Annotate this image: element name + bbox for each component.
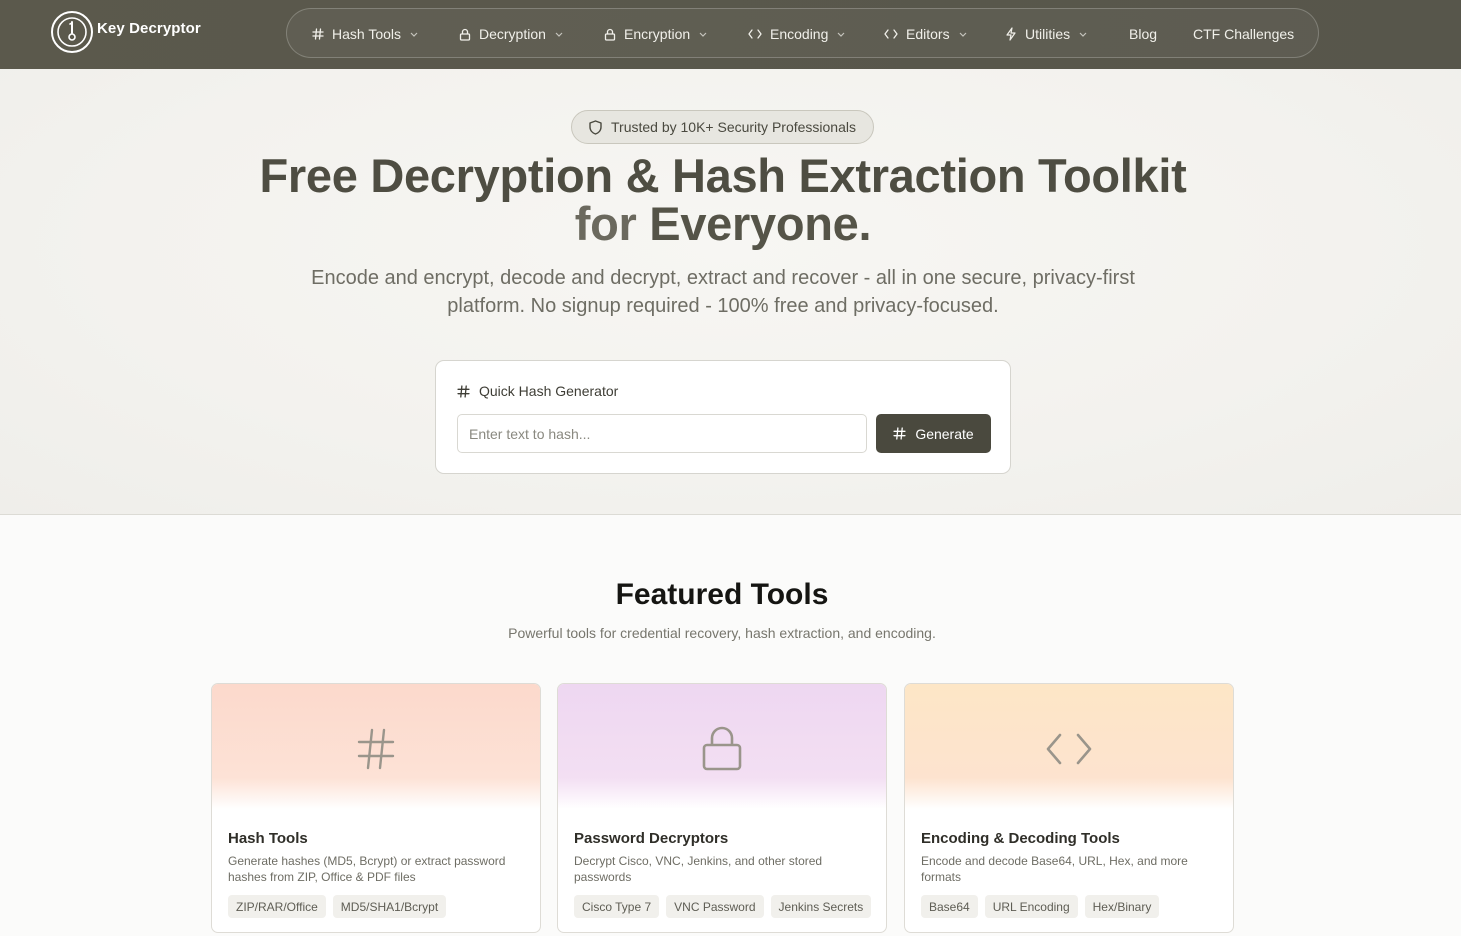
nav-item-blog[interactable]: Blog bbox=[1129, 9, 1157, 59]
nav-item-editors[interactable]: Editors bbox=[884, 9, 967, 59]
hero-title-line-2: for Everyone. bbox=[0, 196, 1446, 251]
card-title: Hash Tools bbox=[228, 830, 308, 847]
nav-label: Hash Tools bbox=[332, 26, 402, 42]
nav-label: CTF Challenges bbox=[1193, 26, 1295, 42]
hash-text-input[interactable] bbox=[457, 414, 867, 453]
tool-card-password-decryptors[interactable]: Password Decryptors Decrypt Cisco, VNC, … bbox=[557, 683, 887, 933]
chevron-down-icon bbox=[837, 32, 845, 37]
quick-hash-generator-card: Quick Hash Generator Generate bbox=[435, 360, 1011, 474]
card-banner bbox=[905, 684, 1233, 809]
lock-icon bbox=[604, 28, 616, 41]
nav-item-encryption[interactable]: Encryption bbox=[604, 9, 707, 59]
shield-icon bbox=[589, 119, 602, 135]
featured-tools-subtitle: Powerful tools for credential recovery, … bbox=[508, 625, 936, 641]
card-description: Generate hashes (MD5, Bcrypt) or extract… bbox=[228, 854, 506, 884]
card-banner bbox=[212, 684, 540, 809]
trust-badge: Trusted by 10K+ Security Professionals bbox=[571, 110, 874, 144]
brand-logo[interactable]: Key Decryptor bbox=[51, 11, 201, 53]
quick-hash-title: Quick Hash Generator bbox=[457, 383, 618, 399]
brand-name: Key Decryptor bbox=[97, 19, 201, 37]
nav-item-decryption[interactable]: Decryption bbox=[459, 9, 563, 59]
top-navigation-bar: Key Decryptor Hash Tools Decryption Encr… bbox=[0, 0, 1461, 69]
nav-label: Editors bbox=[906, 26, 950, 42]
nav-label: Encryption bbox=[624, 26, 691, 42]
card-tags: Cisco Type 7 VNC Password Jenkins Secret… bbox=[574, 895, 872, 918]
chevron-down-icon bbox=[410, 32, 418, 37]
trust-badge-text: Trusted by 10K+ Security Professionals bbox=[611, 119, 856, 135]
card-banner bbox=[558, 684, 886, 809]
card-title: Password Decryptors bbox=[574, 830, 729, 847]
tool-card-encoding-decoding[interactable]: Encoding & Decoding Tools Encode and dec… bbox=[904, 683, 1234, 933]
chevron-down-icon bbox=[699, 32, 707, 37]
hero-subtitle: Encode and encrypt, decode and decrypt, … bbox=[311, 267, 1135, 317]
tag-base64[interactable]: Base64 bbox=[921, 895, 978, 918]
tag-jenkins-secrets[interactable]: Jenkins Secrets bbox=[770, 895, 872, 918]
code-icon bbox=[1045, 732, 1093, 766]
card-tags: ZIP/RAR/Office MD5/SHA1/Bcrypt bbox=[228, 895, 447, 918]
hero-title-everyone: Everyone. bbox=[649, 197, 872, 250]
bolt-icon bbox=[1005, 27, 1017, 41]
chevron-down-icon bbox=[959, 32, 967, 37]
card-description: Decrypt Cisco, VNC, Jenkins, and other s… bbox=[574, 854, 823, 884]
main-nav: Hash Tools Decryption Encryption Encodin… bbox=[286, 8, 1319, 58]
code-icon bbox=[748, 29, 762, 39]
card-tags: Base64 URL Encoding Hex/Binary bbox=[921, 895, 1160, 918]
nav-item-utilities[interactable]: Utilities bbox=[1005, 9, 1087, 59]
nav-item-hash-tools[interactable]: Hash Tools bbox=[312, 9, 418, 59]
nav-item-ctf-challenges[interactable]: CTF Challenges bbox=[1193, 9, 1294, 59]
nav-label: Encoding bbox=[770, 26, 829, 42]
card-title: Encoding & Decoding Tools bbox=[921, 830, 1120, 847]
tool-card-hash-tools[interactable]: Hash Tools Generate hashes (MD5, Bcrypt)… bbox=[211, 683, 541, 933]
tag-hex-binary[interactable]: Hex/Binary bbox=[1084, 895, 1160, 918]
nav-label: Utilities bbox=[1025, 26, 1071, 42]
code-icon bbox=[884, 29, 898, 39]
nav-label: Decryption bbox=[479, 26, 546, 42]
hash-icon bbox=[312, 28, 324, 40]
generate-button[interactable]: Generate bbox=[876, 414, 991, 453]
featured-tools-title: Featured Tools bbox=[615, 578, 829, 611]
lock-icon bbox=[701, 726, 743, 772]
tag-vnc-password[interactable]: VNC Password bbox=[666, 895, 764, 918]
card-description: Encode and decode Base64, URL, Hex, and … bbox=[921, 854, 1188, 884]
hash-icon bbox=[457, 384, 470, 398]
hero-title-for: for bbox=[574, 197, 650, 250]
quick-hash-title-text: Quick Hash Generator bbox=[479, 383, 619, 399]
hash-icon bbox=[356, 727, 396, 771]
hero-title-line-1: Free Decryption & Hash Extraction Toolki… bbox=[259, 149, 1187, 202]
chevron-down-icon bbox=[555, 32, 563, 37]
tag-zip-rar-office[interactable]: ZIP/RAR/Office bbox=[228, 895, 326, 918]
tag-cisco-type-7[interactable]: Cisco Type 7 bbox=[574, 895, 660, 918]
tag-md5-sha1-bcrypt[interactable]: MD5/SHA1/Bcrypt bbox=[332, 895, 447, 918]
nav-item-encoding[interactable]: Encoding bbox=[748, 9, 845, 59]
tag-url-encoding[interactable]: URL Encoding bbox=[984, 895, 1078, 918]
key-logo-icon bbox=[51, 11, 93, 53]
nav-label: Blog bbox=[1129, 26, 1158, 42]
hash-icon bbox=[893, 427, 906, 440]
chevron-down-icon bbox=[1079, 32, 1087, 37]
generate-button-label: Generate bbox=[915, 425, 974, 442]
lock-icon bbox=[459, 28, 471, 41]
